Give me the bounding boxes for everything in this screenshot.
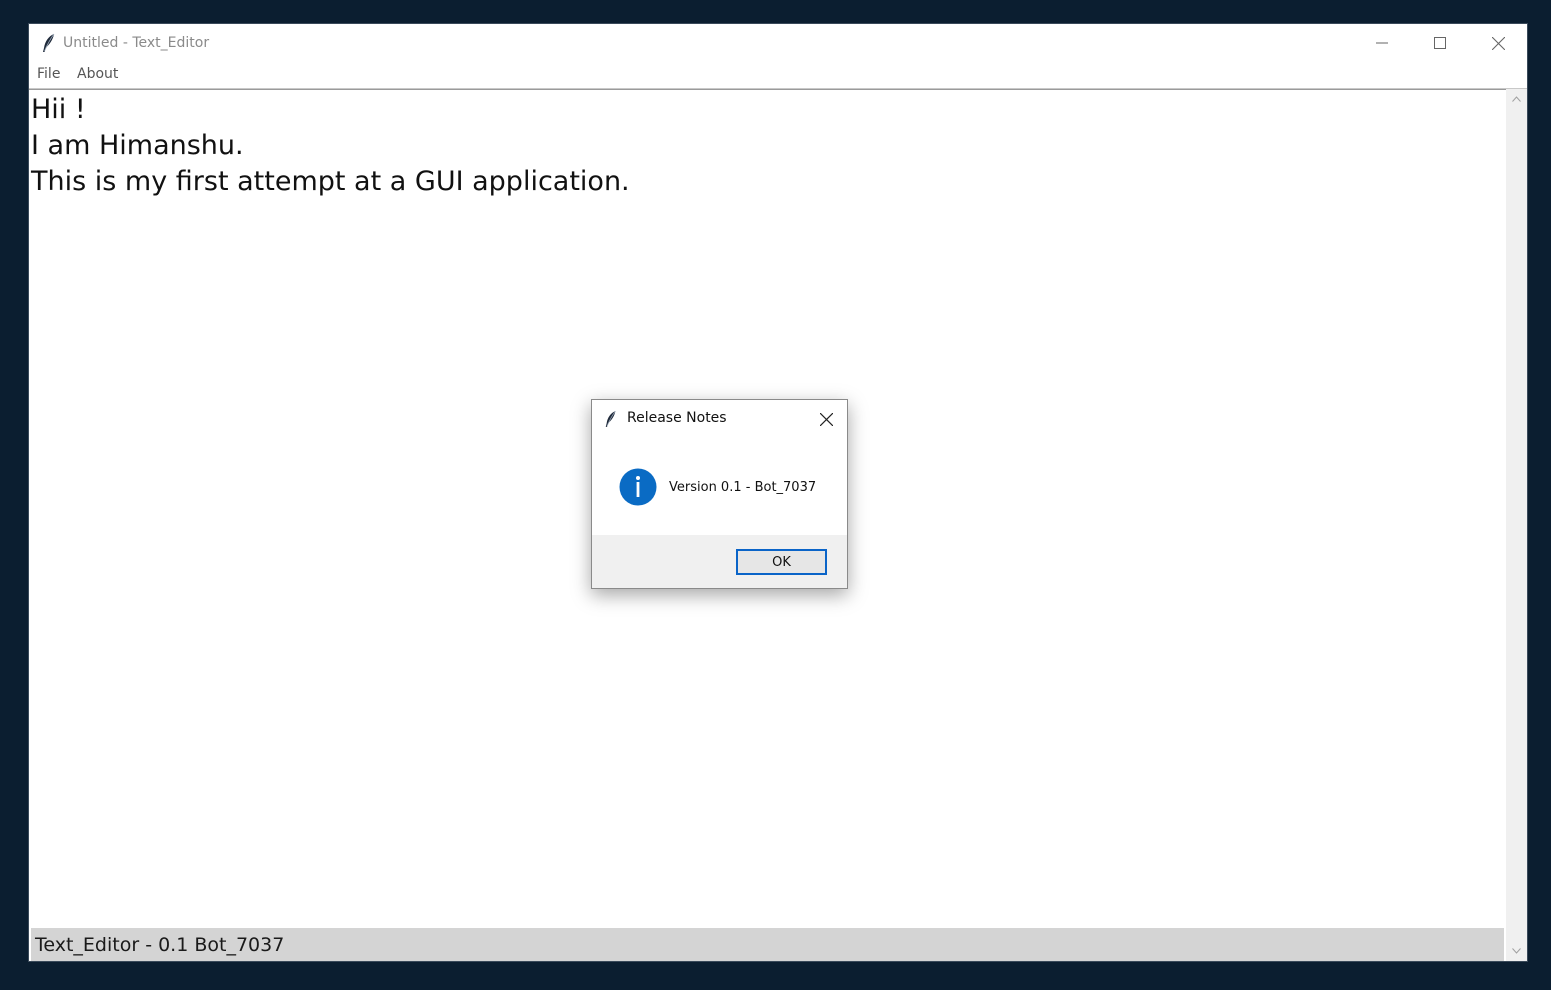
status-bar: Text_Editor - 0.1 Bot_7037 — [31, 928, 1504, 961]
close-icon — [819, 412, 833, 426]
editor-line: This is my first attempt at a GUI applic… — [31, 166, 630, 197]
release-notes-dialog: Release Notes Version 0.1 - Bot_7037 OK — [591, 399, 848, 589]
maximize-icon — [1434, 37, 1446, 49]
menu-about[interactable]: About — [77, 66, 118, 82]
menu-file[interactable]: File — [37, 66, 60, 82]
maximize-button[interactable] — [1411, 24, 1469, 62]
ok-button[interactable]: OK — [736, 549, 827, 575]
editor-line: I am Himanshu. — [31, 130, 244, 161]
close-button[interactable] — [1469, 24, 1527, 62]
status-text: Text_Editor - 0.1 Bot_7037 — [35, 934, 285, 956]
minimize-icon — [1376, 42, 1388, 44]
editor-line: Hii ! — [31, 94, 86, 125]
dialog-title-bar[interactable]: Release Notes — [592, 400, 847, 438]
chevron-up-icon — [1512, 96, 1521, 102]
feather-icon — [43, 33, 55, 52]
menu-bar: File About — [29, 62, 1527, 89]
feather-icon — [605, 410, 616, 427]
scroll-up-button[interactable] — [1506, 89, 1527, 109]
scroll-down-button[interactable] — [1506, 941, 1527, 961]
dialog-message: Version 0.1 - Bot_7037 — [669, 480, 817, 495]
window-title: Untitled - Text_Editor — [63, 35, 210, 51]
minimize-button[interactable] — [1353, 24, 1411, 62]
close-icon — [1491, 36, 1505, 50]
title-bar[interactable]: Untitled - Text_Editor — [29, 24, 1527, 62]
dialog-footer: OK — [592, 535, 847, 588]
vertical-scrollbar[interactable] — [1506, 89, 1527, 961]
info-icon — [619, 468, 657, 506]
chevron-down-icon — [1512, 948, 1521, 954]
dialog-close-button[interactable] — [808, 406, 844, 432]
dialog-title: Release Notes — [627, 410, 727, 426]
